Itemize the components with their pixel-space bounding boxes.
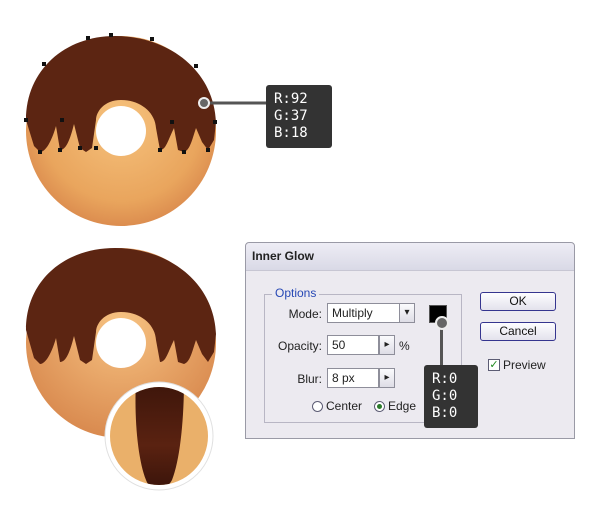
edge-radio-label: Edge: [388, 399, 417, 413]
top-callout-knob: [198, 97, 210, 109]
top-donut: [24, 33, 268, 226]
top-callout-b: B:18: [274, 125, 308, 141]
preview-checkbox[interactable]: ✓: [488, 359, 500, 371]
dialog-title: Inner Glow: [252, 249, 315, 263]
opacity-input-value: 50: [332, 338, 346, 352]
dialog-titlebar[interactable]: Inner Glow: [246, 243, 574, 271]
radio-selected-dot: [377, 404, 382, 409]
mode-select[interactable]: Multiply: [327, 303, 400, 323]
mode-select-value: Multiply: [332, 306, 373, 320]
inner-glow-dialog: Inner Glow Options Mode: Multiply ▾ Opac…: [245, 242, 575, 439]
blur-input[interactable]: 8 px: [327, 368, 379, 388]
blur-stepper[interactable]: ▸: [379, 368, 395, 388]
chevron-right-icon: ▸: [384, 372, 390, 383]
mode-dropdown-button[interactable]: ▾: [399, 303, 415, 323]
opacity-stepper[interactable]: ▸: [379, 335, 395, 355]
blur-label: Blur:: [297, 372, 322, 386]
edge-radio[interactable]: [374, 401, 385, 412]
chevron-down-icon: ▾: [404, 307, 410, 318]
options-legend: Options: [272, 286, 320, 300]
blur-input-value: 8 px: [332, 371, 355, 385]
top-callout-r: R:92: [274, 91, 308, 107]
center-radio-label: Center: [326, 399, 363, 413]
opacity-input[interactable]: 50: [327, 335, 379, 355]
checkmark-icon: ✓: [489, 358, 499, 371]
dialog-callout-r: R:0: [432, 371, 458, 387]
top-donut-hole: [96, 106, 146, 156]
mode-label: Mode:: [288, 307, 322, 321]
opacity-label: Opacity:: [277, 339, 322, 353]
top-callout-g: G:37: [274, 108, 308, 124]
bottom-donut-hole: [96, 318, 146, 368]
swatch-callout-knob: [435, 316, 449, 330]
cancel-button[interactable]: Cancel: [480, 322, 556, 341]
center-radio[interactable]: [312, 401, 323, 412]
chevron-right-icon: ▸: [384, 339, 390, 350]
dialog-callout-b: B:0: [432, 405, 458, 421]
top-color-callout: R:92 G:37 B:18: [266, 85, 332, 148]
dialog-callout-g: G:0: [432, 388, 458, 404]
ok-button-label: OK: [509, 294, 527, 308]
glow-color-callout: R:0 G:0 B:0: [424, 365, 478, 428]
preview-label: Preview: [503, 358, 546, 372]
ok-button[interactable]: OK: [480, 292, 556, 311]
cancel-button-label: Cancel: [499, 324, 537, 338]
opacity-unit: %: [399, 339, 410, 353]
